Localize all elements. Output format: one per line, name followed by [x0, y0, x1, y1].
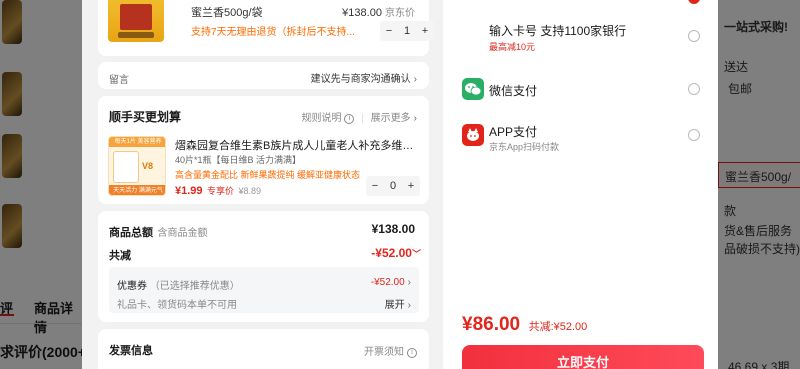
payment-total: ¥86.00 — [462, 314, 521, 335]
wechat-pay-label: 微信支付 — [489, 84, 538, 98]
addon-image-bottom-text: 天天活力 满满元气 — [109, 185, 165, 195]
payment-saved: 共减:¥52.00 — [528, 321, 588, 333]
decrease-button[interactable]: − — [380, 25, 398, 37]
message-label: 留言 — [109, 75, 129, 86]
quantity-stepper: − 1 + — [380, 21, 434, 41]
product-price: ¥138.00 京东价 — [342, 7, 415, 19]
discount-label: 共减 — [109, 250, 131, 262]
addon-image-top-text: 每天1片 美容营养 — [109, 137, 165, 147]
bank-card-radio[interactable] — [688, 30, 700, 42]
coupon-row[interactable]: 优惠券 （已选择推荐优惠） — [117, 277, 240, 292]
chevron-right-icon: › — [407, 300, 411, 311]
jd-app-icon — [462, 124, 484, 146]
addon-image-v-text: V8 — [142, 161, 154, 171]
message-hint: 建议先与商家沟通确认 › — [310, 74, 417, 85]
app-pay-radio[interactable] — [688, 129, 700, 141]
addon-title: 顺手买更划算 — [109, 110, 182, 124]
bank-card-option[interactable]: 输入卡号 支持1100家银行 最高减10元 — [443, 16, 718, 56]
pay-now-button[interactable]: 立即支付 — [462, 345, 704, 369]
addon-item-price-row: ¥1.99 专享价 ¥8.89 — [175, 181, 261, 199]
info-icon[interactable]: i — [344, 114, 355, 124]
bank-card-promo: 最高减10元 — [489, 42, 536, 52]
increase-button[interactable]: + — [416, 25, 434, 37]
total-label-row: 商品总额 含商品金额 — [109, 227, 208, 239]
addon-quantity-stepper: − 0 + — [366, 176, 420, 196]
message-card[interactable]: 留言 建议先与商家沟通确认 › — [98, 62, 429, 89]
expand-button[interactable]: 展开 › — [385, 296, 411, 311]
order-panel: 蜜兰香500g/袋 ¥138.00 京东价 支持7天无理由退货（拆封后不支持..… — [82, 0, 443, 369]
chevron-right-icon: › — [413, 113, 417, 124]
addon-item-name[interactable]: 熠森园复合维生素B族片成人儿童老人补充多维b1b... — [175, 137, 417, 153]
addon-links: 规则说明 i | 展示更多 › — [301, 113, 417, 124]
quantity-value[interactable]: 1 — [398, 25, 416, 37]
app-pay-sub: 京东App扫码付款 — [489, 142, 560, 152]
rules-link[interactable]: 规则说明 — [301, 113, 341, 124]
addon-item-price: ¥1.99 — [175, 185, 203, 197]
bank-card-title: 输入卡号 支持1100家银行 — [489, 24, 627, 38]
discount-value[interactable]: -¥52.00﹀ — [371, 246, 421, 260]
invoice-label: 发票信息 — [109, 345, 153, 357]
show-more-link[interactable]: 展示更多 — [371, 113, 411, 124]
quantity-value[interactable]: 0 — [384, 180, 402, 192]
selected-radio[interactable] — [688, 0, 700, 4]
product-name: 蜜兰香500g/袋 — [191, 7, 263, 19]
addon-item-spec: 40片*1瓶【每日维B 活力满满】 — [175, 155, 302, 165]
product-card: 蜜兰香500g/袋 ¥138.00 京东价 支持7天无理由退货（拆封后不支持..… — [98, 0, 434, 56]
wechat-pay-radio[interactable] — [688, 83, 700, 95]
addon-card: 顺手买更划算 规则说明 i | 展示更多 › 每天1片 美容营养 V8 天天活力 满… — [98, 96, 429, 204]
giftcard-label: 礼品卡、领货码本单不可用 — [117, 300, 237, 311]
coupon-box: 优惠券 （已选择推荐优惠） -¥52.00 › 礼品卡、领货码本单不可用 展开 › — [109, 267, 419, 313]
wechat-icon — [462, 78, 484, 100]
wechat-pay-option[interactable]: 微信支付 — [443, 72, 718, 106]
total-value: ¥138.00 — [371, 222, 415, 236]
addon-item-price-tag: 专享价 — [206, 186, 234, 196]
payment-total-row: ¥86.00 共减:¥52.00 — [462, 314, 587, 336]
increase-button[interactable]: + — [402, 180, 420, 192]
app-pay-label: APP支付 — [489, 125, 538, 139]
chevron-right-icon: › — [407, 277, 411, 288]
chevron-down-icon: ﹀ — [411, 249, 421, 259]
chevron-right-icon: › — [413, 74, 417, 85]
return-policy-notice: 支持7天无理由退货（拆封后不支持... — [191, 27, 355, 38]
addon-item-slogan: 高含量黄金配比 新鲜果蔬提纯 缓解亚健康状态 — [175, 170, 361, 180]
invoice-card[interactable]: 发票信息 开票须知 i — [98, 329, 429, 369]
invoice-note[interactable]: 开票须知 i — [364, 343, 417, 358]
decrease-button[interactable]: − — [366, 180, 384, 192]
coupon-value[interactable]: -¥52.00 › — [371, 277, 411, 288]
payment-panel: 输入卡号 支持1100家银行 最高减10元 微信支付 APP支付 京东App扫码… — [443, 0, 718, 369]
info-icon: i — [407, 348, 417, 358]
product-image — [108, 0, 164, 42]
addon-item-image[interactable]: 每天1片 美容营养 V8 天天活力 满满元气 — [108, 136, 166, 196]
summary-card: 商品总额 含商品金额 ¥138.00 共减 -¥52.00﹀ 优惠券 （已选择推… — [98, 211, 429, 322]
addon-item-orig-price: ¥8.89 — [238, 186, 261, 196]
app-pay-option[interactable]: APP支付 京东App扫码付款 — [443, 118, 718, 158]
